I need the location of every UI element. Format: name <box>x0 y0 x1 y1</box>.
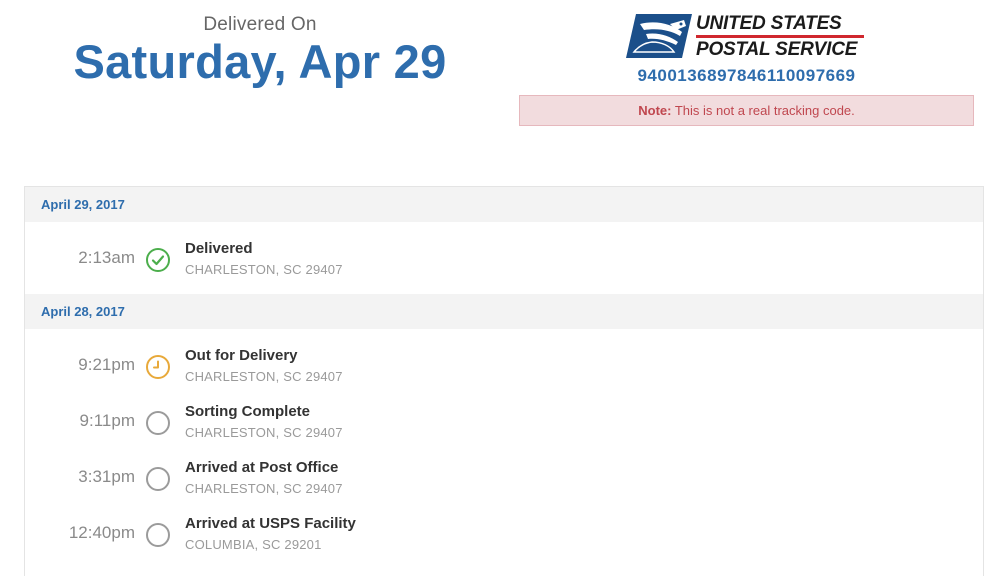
circle-icon <box>146 523 170 547</box>
event-status: Arrived at USPS Facility <box>185 515 356 532</box>
event-time: 2:13am <box>78 248 135 267</box>
usps-logo[interactable]: UNITED STATES POSTAL SERVICE <box>626 12 868 61</box>
tracking-event: 9:21pm Out for Delivery CHARLESTON, SC 2… <box>25 339 983 395</box>
event-location: CHARLESTON, SC 29407 <box>185 262 343 277</box>
event-list: 9:21pm Out for Delivery CHARLESTON, SC 2… <box>25 329 983 563</box>
event-time: 3:31pm <box>78 467 135 486</box>
tracking-history: April 29, 2017 2:13am Delivered CHARLEST… <box>24 186 984 576</box>
tracking-note: Note: This is not a real tracking code. <box>519 95 974 126</box>
event-time: 9:11pm <box>79 411 135 430</box>
circle-icon <box>146 467 170 491</box>
tracking-event: 9:11pm Sorting Complete CHARLESTON, SC 2… <box>25 395 983 451</box>
event-location: COLUMBIA, SC 29201 <box>185 537 322 552</box>
tracking-event: 2:13am Delivered CHARLESTON, SC 29407 <box>25 232 983 288</box>
wordmark-line-1: UNITED STATES <box>696 13 842 34</box>
event-status: Sorting Complete <box>185 403 311 420</box>
event-list: 2:13am Delivered CHARLESTON, SC 29407 <box>25 222 983 294</box>
note-text: This is not a real tracking code. <box>674 103 855 118</box>
event-location: CHARLESTON, SC 29407 <box>185 425 343 440</box>
delivered-label: Delivered On <box>203 14 317 35</box>
event-status: Out for Delivery <box>185 347 298 364</box>
usps-wordmark: UNITED STATES POSTAL SERVICE <box>696 12 868 61</box>
header: Delivered On Saturday, Apr 29 UNITED STA… <box>0 0 987 186</box>
tracking-event: 3:31pm Arrived at Post Office CHARLESTON… <box>25 451 983 507</box>
delivery-summary: Delivered On Saturday, Apr 29 <box>40 14 480 88</box>
circle-icon <box>146 411 170 435</box>
note-label: Note: <box>638 103 672 118</box>
tracking-number[interactable]: 9400136897846110097669 <box>519 66 974 86</box>
eagle-logo-icon <box>626 14 692 58</box>
wordmark-line-2: POSTAL SERVICE <box>696 39 858 60</box>
delivered-date: Saturday, Apr 29 <box>73 35 447 88</box>
day-header: April 29, 2017 <box>25 187 983 222</box>
day-header: April 28, 2017 <box>25 294 983 329</box>
event-status: Arrived at Post Office <box>185 459 339 476</box>
clock-icon <box>146 355 170 379</box>
event-location: CHARLESTON, SC 29407 <box>185 369 343 384</box>
event-time: 12:40pm <box>68 523 135 542</box>
check-circle-icon <box>146 248 170 272</box>
event-time: 9:21pm <box>78 355 135 374</box>
event-status: Delivered <box>185 240 253 257</box>
tracking-event: 12:40pm Arrived at USPS Facility COLUMBI… <box>25 507 983 563</box>
event-location: CHARLESTON, SC 29407 <box>185 481 343 496</box>
